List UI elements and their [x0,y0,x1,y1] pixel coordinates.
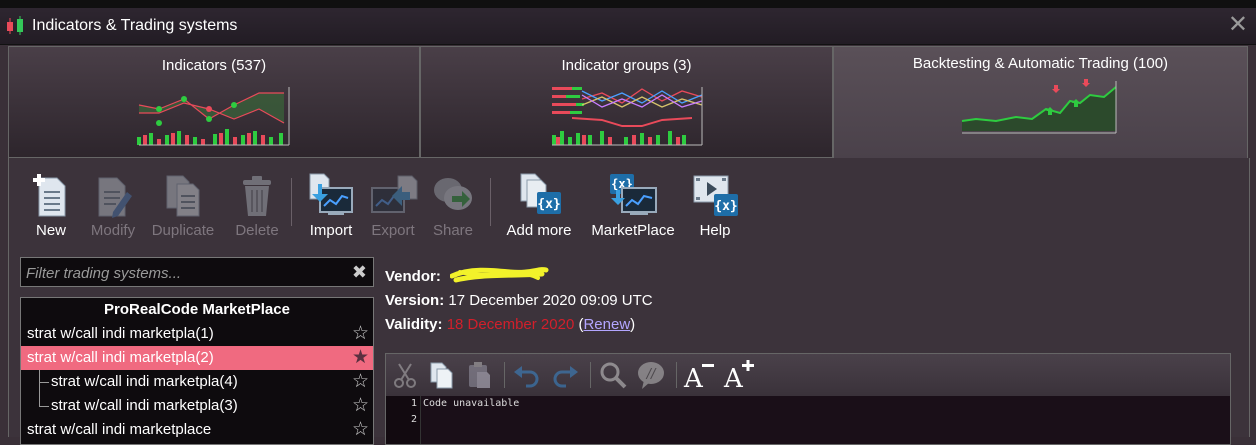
tree-line [39,382,49,383]
share-icon [434,178,472,210]
code-editor: // A A 1 2 Code unavailable [385,353,1231,445]
vendor-label: Vendor: [385,268,441,285]
validity-value: 18 December 2020 [446,316,575,333]
validity-label: Validity: [385,316,443,333]
version-label: Version: [385,292,445,309]
toolbar-separator [504,362,505,388]
tree-line [39,406,49,407]
vendor-redaction-scribble [450,267,549,283]
favorite-star-icon[interactable]: ☆ [352,322,369,346]
new-document-icon [33,174,66,217]
favorite-star-icon[interactable]: ☆ [352,394,369,418]
candlestick-app-icon [7,16,23,35]
toolbar-separator [291,178,292,226]
delete-button[interactable]: Delete [226,168,288,246]
paste-icon[interactable] [464,360,494,390]
share-button[interactable]: Share [422,168,484,246]
comment-icon[interactable]: // [636,360,666,390]
import-icon [309,173,353,215]
list-item[interactable]: strat w/call indi marketpla(1) ☆ [21,322,373,346]
list-item-selected[interactable]: strat w/call indi marketpla(2) ★ [21,346,373,370]
tab-indicator-groups[interactable]: Indicator groups (3) [420,46,833,158]
tab-bar: Indicators (537) Indicator groups (3) Ba… [8,46,1248,159]
favorite-star-icon[interactable]: ★ [352,346,369,370]
validity-line: Validity: 18 December 2020 (Renew) [385,313,653,337]
renew-close-paren: ) [630,316,636,333]
cut-icon[interactable] [390,360,420,390]
toolbar-separator [590,362,591,388]
tab-label: Indicators (537) [161,57,267,74]
marketplace-button[interactable]: {x} MarketPlace [591,168,675,246]
list-item[interactable]: strat w/call indi marketpla(3) ☆ [21,394,373,418]
trash-icon [243,176,271,216]
svg-text://: // [646,367,657,382]
export-icon [371,175,418,213]
toolbar-separator [676,362,677,388]
filter-input[interactable] [24,259,348,287]
clear-filter-icon[interactable]: ✖ [352,262,367,283]
list-item-label: strat w/call indi marketplace [27,421,212,438]
tab-label: Indicator groups (3) [561,57,692,74]
background-strip [0,0,1256,8]
undo-icon[interactable] [512,360,542,390]
svg-text:{x}: {x} [537,197,560,212]
title-bar: Indicators & Trading systems ✕ [0,8,1256,45]
svg-text:A: A [723,364,744,390]
favorite-star-icon[interactable]: ☆ [352,418,369,442]
help-label: Help [699,222,731,239]
add-more-icon: {x} [520,173,561,214]
code-text[interactable]: Code unavailable [423,396,519,412]
list-item-label: strat w/call indi marketpla(3) [51,397,238,414]
decrease-font-icon[interactable]: A [682,360,718,390]
line-number: 1 [410,398,417,409]
duplicate-icon [166,175,200,217]
copy-icon[interactable] [426,360,456,390]
list-item-label: strat w/call indi marketpla(4) [51,373,238,390]
line-number-gutter: 1 2 [386,396,421,444]
tab-backtesting[interactable]: Backtesting & Automatic Trading (100) [833,46,1248,159]
backtesting-chart-icon [961,79,1117,134]
tab-indicators[interactable]: Indicators (537) [8,46,420,158]
favorite-star-icon[interactable]: ☆ [352,370,369,394]
renew-link[interactable]: Renew [583,316,630,333]
list-item[interactable]: strat w/call indi marketplace ☆ [21,418,373,442]
version-line: Version: 17 December 2020 09:09 UTC [385,289,653,313]
line-number: 2 [410,414,417,425]
svg-text:{x}: {x} [714,199,737,214]
modify-icon [98,177,132,218]
list-item[interactable]: strat w/call indi marketpla(4) ☆ [21,370,373,394]
toolbar-separator [490,178,491,226]
list-item-label: strat w/call indi marketpla(1) [27,325,214,342]
help-button[interactable]: {x} Help [684,168,746,246]
list-item-label: strat w/call indi marketpla(2) [27,349,214,366]
help-video-icon: {x} [693,175,738,216]
add-more-label: Add more [506,222,572,239]
svg-text:A: A [683,364,704,390]
indicators-chart-icon [137,87,290,146]
increase-font-icon[interactable]: A [722,360,758,390]
version-value: 17 December 2020 09:09 UTC [448,292,653,309]
filter-box: ✖ [20,257,374,287]
close-icon[interactable]: ✕ [1228,12,1248,38]
window-title: Indicators & Trading systems [32,17,238,34]
list-group-header: ProRealCode MarketPlace [104,301,290,318]
add-more-button[interactable]: {x} Add more [506,168,572,246]
indicator-groups-chart-icon [551,87,702,146]
editor-toolbar: // A A [386,354,1230,396]
search-icon[interactable] [598,360,628,390]
duplicate-button[interactable]: Duplicate [152,168,214,246]
trading-systems-list[interactable]: ProRealCode MarketPlace strat w/call ind… [20,297,374,445]
tab-label: Backtesting & Automatic Trading (100) [912,55,1169,72]
marketplace-icon: {x} [610,174,657,215]
redo-icon[interactable] [550,360,580,390]
